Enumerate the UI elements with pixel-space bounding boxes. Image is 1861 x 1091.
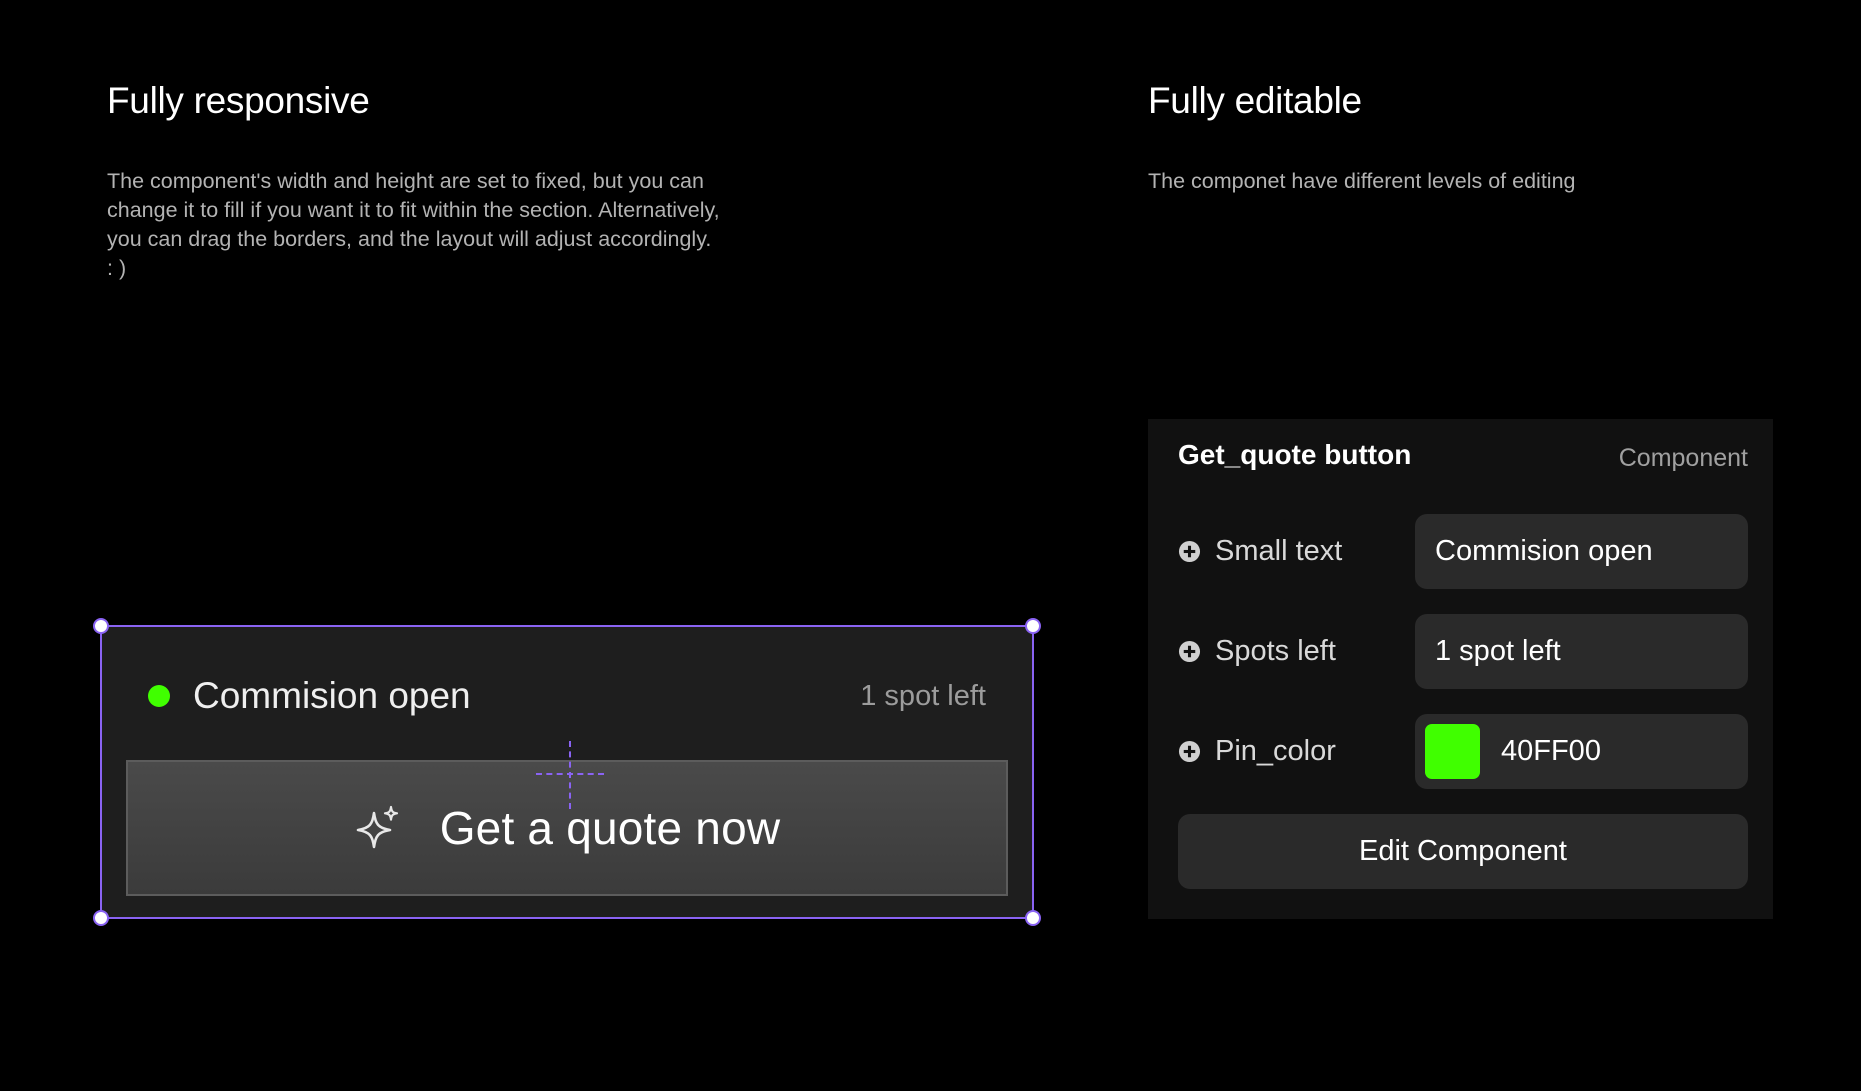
description-line: The component's width and height are set… (107, 169, 704, 193)
section-title-editable: Fully editable (1148, 80, 1362, 121)
component-properties-panel: Get_quote button Component Small text Co… (1148, 419, 1773, 919)
property-label: Small text (1215, 535, 1343, 567)
pin-color-field[interactable]: 40FF00 (1415, 714, 1748, 789)
center-guide-vertical (569, 741, 571, 809)
property-value: Commision open (1435, 535, 1653, 567)
property-label: Pin_color (1215, 735, 1336, 767)
property-row-spots-left: Spots left 1 spot left (1178, 614, 1748, 689)
panel-title: Get_quote button (1178, 439, 1412, 470)
property-row-small-text: Small text Commision open (1178, 514, 1748, 589)
status-text: Commision open (193, 675, 471, 716)
spots-left-text: 1 spot left (860, 679, 986, 712)
description-line: : ) (107, 256, 127, 280)
property-value: 1 spot left (1435, 635, 1561, 667)
property-label-group: Small text (1178, 535, 1415, 568)
spots-left-field[interactable]: 1 spot left (1415, 614, 1748, 689)
property-row-pin-color: Pin_color 40FF00 (1178, 714, 1748, 789)
edit-component-button[interactable]: Edit Component (1178, 814, 1748, 889)
sparkle-icon (356, 805, 398, 849)
resize-handle-top-right[interactable] (1025, 618, 1041, 634)
description-line: you can drag the borders, and the layout… (107, 227, 712, 251)
resize-handle-bottom-right[interactable] (1025, 910, 1041, 926)
section-description-editable: The componet have different levels of ed… (1148, 169, 1576, 193)
component-preview-selected[interactable]: Commision open 1 spot left Get a quote n… (93, 618, 1041, 926)
description-line: change it to fill if you want it to fit … (107, 198, 720, 222)
resize-handle-bottom-left[interactable] (93, 910, 109, 926)
get-quote-button-label: Get a quote now (439, 802, 781, 854)
section-title-responsive: Fully responsive (107, 80, 370, 121)
status-pin-dot (148, 685, 170, 707)
property-label-group: Pin_color (1178, 735, 1415, 768)
panel-type-label: Component (1618, 444, 1748, 472)
plus-circle-icon[interactable] (1178, 540, 1201, 563)
plus-circle-icon[interactable] (1178, 640, 1201, 663)
resize-handle-top-left[interactable] (93, 618, 109, 634)
small-text-field[interactable]: Commision open (1415, 514, 1748, 589)
section-description-responsive: The component's width and height are set… (107, 167, 767, 283)
plus-circle-icon[interactable] (1178, 740, 1201, 763)
property-value: 40FF00 (1501, 735, 1601, 767)
color-swatch[interactable] (1425, 724, 1480, 779)
property-label-group: Spots left (1178, 635, 1415, 668)
get-quote-button[interactable]: Get a quote now (126, 760, 1008, 896)
status-row: Commision open 1 spot left (148, 674, 986, 718)
property-label: Spots left (1215, 635, 1336, 667)
